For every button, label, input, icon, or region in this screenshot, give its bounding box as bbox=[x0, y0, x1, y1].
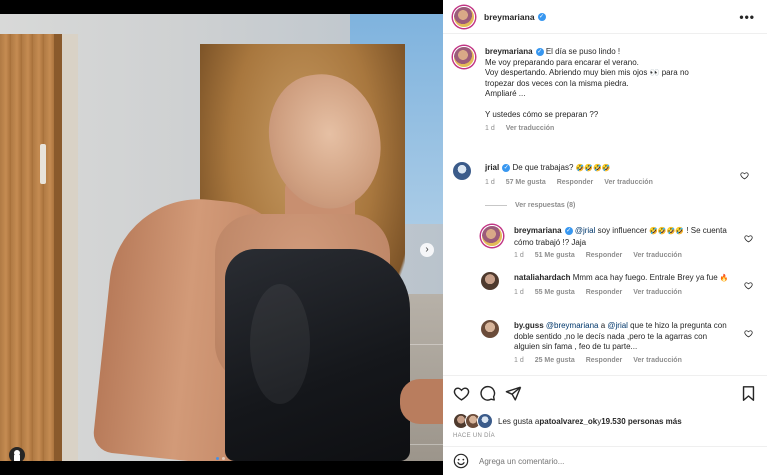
wooden-door bbox=[0, 34, 62, 461]
reply-avatar[interactable] bbox=[481, 320, 499, 338]
save-bookmark-icon[interactable] bbox=[740, 385, 757, 402]
reply-body: by.guss @breymariana a @jrial que te hiz… bbox=[514, 321, 734, 366]
reply-body: nataliahardach Mmm aca hay fuego. Entral… bbox=[514, 273, 734, 298]
comment-icon[interactable] bbox=[479, 385, 496, 402]
comments-list[interactable]: breymariana ✓ El día se puso lindo ! Me v… bbox=[443, 35, 767, 374]
reply-text: soy influencer bbox=[595, 226, 650, 235]
more-options-button[interactable]: ••• bbox=[739, 10, 755, 24]
comment-text: De que trabajas? bbox=[512, 163, 574, 172]
reply-meta: 1 d 51 Me gusta Responder Ver traducción bbox=[514, 251, 734, 262]
reply-time[interactable]: 1 d bbox=[514, 289, 524, 296]
likes-user-link[interactable]: patoalvarez_ok bbox=[539, 417, 597, 426]
author-username[interactable]: breymariana bbox=[484, 12, 535, 22]
caption-line: Y ustedes cómo se preparan ?? bbox=[485, 110, 599, 119]
user-tag-icon[interactable] bbox=[9, 447, 25, 461]
verified-badge-icon: ✓ bbox=[537, 12, 546, 21]
share-icon[interactable] bbox=[505, 385, 522, 402]
add-comment-bar bbox=[443, 446, 767, 475]
reply-emoji: 🔥 bbox=[719, 275, 729, 282]
post-time-ago[interactable]: HACE UN DÍA bbox=[453, 433, 495, 439]
caption-line: El día se puso lindo ! bbox=[545, 47, 621, 56]
translate-link[interactable]: Ver traducción bbox=[604, 179, 653, 186]
translate-link[interactable]: Ver traducción bbox=[633, 357, 682, 364]
reply-username[interactable]: nataliahardach bbox=[514, 273, 570, 282]
liker-avatar bbox=[477, 413, 493, 429]
likes-summary[interactable]: Les gusta a patoalvarez_ok y 19.530 pers… bbox=[453, 413, 682, 429]
like-comment-heart-icon[interactable] bbox=[744, 329, 753, 338]
reply-time[interactable]: 1 d bbox=[514, 252, 524, 259]
comment-username[interactable]: jrial bbox=[485, 163, 499, 172]
reply-button[interactable]: Responder bbox=[586, 357, 623, 364]
reply-text: Mmm aca hay fuego. Entrale Brey ya fue bbox=[572, 273, 718, 282]
replies-divider bbox=[485, 205, 507, 206]
liker-avatars bbox=[453, 413, 493, 429]
reply-time[interactable]: 1 d bbox=[514, 357, 524, 364]
comment-input[interactable] bbox=[479, 456, 679, 466]
caption-line bbox=[485, 100, 743, 111]
caption-username[interactable]: breymariana bbox=[485, 47, 533, 56]
post-side-panel: breymariana ✓ ••• breymariana ✓ El día se… bbox=[443, 0, 767, 475]
commenter-avatar[interactable] bbox=[453, 162, 471, 180]
reply-avatar[interactable] bbox=[481, 225, 503, 247]
author-avatar[interactable] bbox=[453, 5, 475, 28]
reply-username[interactable]: breymariana bbox=[514, 226, 562, 235]
translate-link[interactable]: Ver traducción bbox=[506, 125, 555, 132]
door-handle bbox=[40, 144, 46, 184]
hand bbox=[400, 379, 443, 424]
likes-prefix: Les gusta a bbox=[498, 416, 540, 426]
verified-badge-icon: ✓ bbox=[502, 163, 511, 172]
like-comment-heart-icon[interactable] bbox=[744, 281, 753, 290]
carousel-dots bbox=[216, 457, 225, 460]
mention-link[interactable]: @breymariana bbox=[546, 321, 599, 330]
mention-link[interactable]: @jrial bbox=[607, 321, 628, 330]
view-replies-button[interactable]: Ver respuestas (8) bbox=[485, 202, 575, 209]
carousel-dot-active bbox=[216, 457, 219, 460]
reply-meta: 1 d 25 Me gusta Responder Ver traducción bbox=[514, 356, 734, 367]
caption-time[interactable]: 1 d bbox=[485, 125, 495, 132]
reply-body: breymariana ✓ @jrial soy influencer 🤣🤣🤣🤣 … bbox=[514, 226, 734, 262]
likes-count-link[interactable]: 19.530 personas más bbox=[601, 417, 682, 426]
translate-link[interactable]: Ver traducción bbox=[633, 252, 682, 259]
reply-meta: 1 d 55 Me gusta Responder Ver traducción bbox=[514, 288, 734, 299]
reply-username[interactable]: by.guss bbox=[514, 321, 544, 330]
reply-likes[interactable]: 51 Me gusta bbox=[535, 252, 575, 259]
view-replies-label: Ver respuestas (8) bbox=[515, 202, 576, 209]
caption-body: breymariana ✓ El día se puso lindo ! Me v… bbox=[485, 47, 743, 134]
comment-meta: 1 d 57 Me gusta Responder Ver traducción bbox=[485, 178, 743, 189]
comment-likes[interactable]: 57 Me gusta bbox=[506, 179, 546, 186]
comment-emoji: 🤣🤣🤣🤣 bbox=[575, 165, 611, 172]
post-image[interactable]: › bbox=[0, 14, 443, 461]
caption-line: tropezar dos veces con la misma piedra. bbox=[485, 78, 629, 88]
post-header: breymariana ✓ ••• bbox=[443, 0, 767, 34]
caption-line: Voy despertando. Abriendo muy bien mis o… bbox=[485, 68, 689, 77]
post-actions: Les gusta a patoalvarez_ok y 19.530 pers… bbox=[443, 375, 767, 455]
next-image-button[interactable]: › bbox=[420, 243, 434, 257]
caption-line: Me voy preparando para encarar el verano… bbox=[485, 57, 639, 67]
like-heart-icon[interactable] bbox=[453, 385, 470, 402]
door-frame bbox=[62, 34, 78, 461]
like-comment-heart-icon[interactable] bbox=[740, 171, 749, 180]
action-icons bbox=[453, 385, 522, 402]
reply-likes[interactable]: 55 Me gusta bbox=[535, 289, 575, 296]
caption-line: Ampliaré ... bbox=[485, 89, 526, 98]
mention-link[interactable]: @jrial bbox=[575, 226, 596, 235]
reply-likes[interactable]: 25 Me gusta bbox=[535, 357, 575, 364]
comment-body: jrial ✓ De que trabajas? 🤣🤣🤣🤣 1 d 57 Me g… bbox=[485, 163, 743, 188]
caption-avatar[interactable] bbox=[453, 46, 475, 68]
carousel-dot bbox=[222, 457, 225, 460]
like-comment-heart-icon[interactable] bbox=[744, 234, 753, 243]
verified-badge-icon: ✓ bbox=[535, 47, 544, 56]
verified-badge-icon: ✓ bbox=[564, 226, 573, 235]
translate-link[interactable]: Ver traducción bbox=[633, 289, 682, 296]
instagram-post-modal: › breymariana ✓ ••• breymariana ✓ El día … bbox=[0, 0, 767, 475]
caption-meta: 1 d Ver traducción bbox=[485, 124, 743, 135]
reply-emoji: 🤣🤣🤣🤣 bbox=[649, 228, 685, 235]
fabric-highlight bbox=[250, 284, 310, 404]
reply-button[interactable]: Responder bbox=[586, 252, 623, 259]
comment-time[interactable]: 1 d bbox=[485, 179, 495, 186]
emoji-picker-icon[interactable] bbox=[453, 453, 469, 469]
reply-avatar[interactable] bbox=[481, 272, 499, 290]
reply-button[interactable]: Responder bbox=[586, 289, 623, 296]
reply-button[interactable]: Responder bbox=[557, 179, 594, 186]
